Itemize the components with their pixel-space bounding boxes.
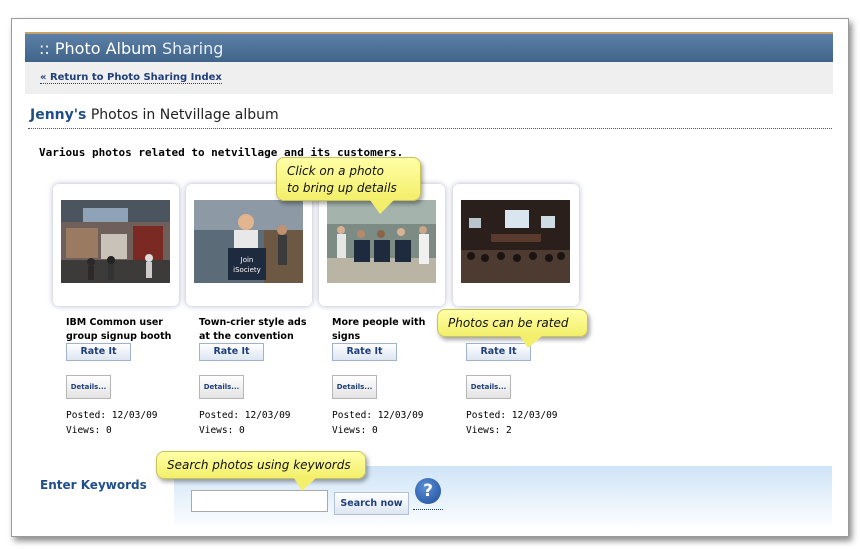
search-now-button[interactable]: Search now [334, 492, 409, 515]
view-count: Views: 2 [466, 425, 512, 436]
callout-tail [370, 200, 394, 214]
photo-meta: Posted: 12/03/09 Views: 0 [66, 408, 158, 438]
photo-thumbnail-conference[interactable] [461, 200, 570, 283]
title-bar: :: Photo Album Sharing [25, 32, 833, 64]
photo-thumbnail-town-crier[interactable]: Join iSociety [194, 200, 303, 283]
svg-text:iSociety: iSociety [233, 266, 261, 274]
return-to-index-link[interactable]: « Return to Photo Sharing Index [40, 72, 222, 84]
posted-date: Posted: 12/03/09 [332, 410, 424, 421]
posted-date: Posted: 12/03/09 [66, 410, 158, 421]
keywords-input[interactable] [191, 490, 328, 512]
callout-tail [294, 478, 316, 491]
rate-it-button[interactable]: Rate It [199, 343, 264, 361]
album-title: Photos in Netvillage album [90, 107, 279, 123]
callout-tail [520, 336, 542, 348]
photo-caption: Town-crier style ads at the convention [199, 317, 307, 342]
keywords-label: Enter Keywords [40, 478, 147, 492]
divider [28, 128, 832, 129]
rate-it-button[interactable]: Rate It [332, 343, 397, 361]
details-button[interactable]: Details... [332, 375, 377, 399]
posted-date: Posted: 12/03/09 [466, 410, 558, 421]
details-button[interactable]: Details... [466, 375, 511, 399]
help-link-underline [413, 509, 443, 510]
posted-date: Posted: 12/03/09 [199, 410, 291, 421]
photo-meta: Posted: 12/03/09 Views: 2 [466, 408, 558, 438]
photo-meta: Posted: 12/03/09 Views: 0 [199, 408, 291, 438]
view-count: Views: 0 [66, 425, 112, 436]
photo-thumbnail-booth[interactable] [61, 200, 170, 283]
rate-it-button[interactable]: Rate It [66, 343, 131, 361]
callout-click-photo: Click on a photo to bring up details [276, 157, 421, 201]
album-heading: Jenny's Photos in Netvillage album [30, 107, 279, 123]
details-button[interactable]: Details... [199, 375, 244, 399]
help-icon[interactable]: ? [415, 478, 441, 504]
view-count: Views: 0 [332, 425, 378, 436]
photo-caption: IBM Common user group signup booth [66, 317, 172, 342]
album-owner: Jenny's [30, 107, 87, 123]
view-count: Views: 0 [199, 425, 245, 436]
svg-text:Join: Join [240, 256, 254, 264]
details-button[interactable]: Details... [66, 375, 111, 399]
photo-meta: Posted: 12/03/09 Views: 0 [332, 408, 424, 438]
title-secondary: Sharing [161, 39, 224, 58]
title-main: :: Photo Album [39, 39, 157, 58]
callout-rated: Photos can be rated [437, 309, 588, 337]
callout-search: Search photos using keywords [156, 451, 366, 479]
